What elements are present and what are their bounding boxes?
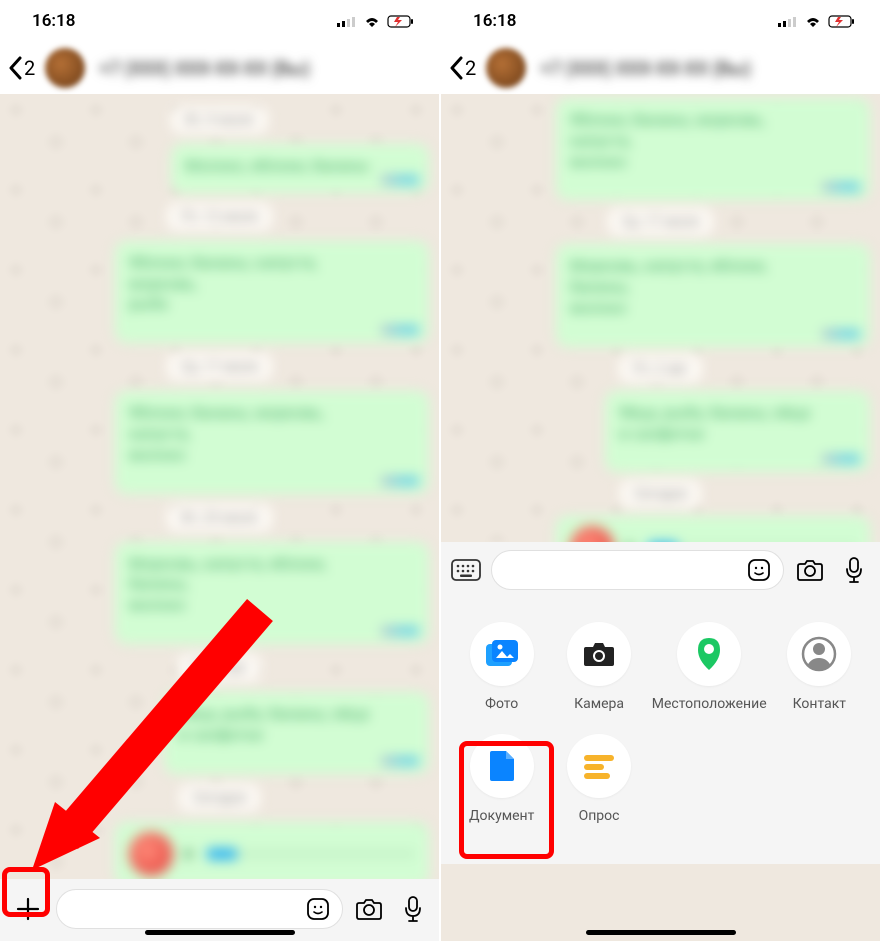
message-text-input[interactable] [56, 889, 343, 929]
keyboard-toggle-button[interactable] [449, 553, 483, 587]
camera-button[interactable] [792, 552, 828, 588]
signal-icon [337, 15, 357, 27]
chevron-left-icon [449, 56, 463, 80]
contact-name[interactable]: +7 (XXX) XXX-XX-XX (Вы) [540, 57, 750, 80]
wifi-icon [804, 15, 822, 28]
attach-poll-label: Опрос [579, 808, 620, 824]
attach-location[interactable]: Местоположение [652, 622, 767, 712]
chat-header: 2 +7 (XXX) XXX-XX-XX (Вы) [0, 42, 439, 94]
back-unread-count: 2 [24, 56, 35, 80]
photo-icon [484, 638, 520, 670]
status-bar: 16:18 [441, 0, 880, 42]
microphone-button[interactable] [836, 552, 872, 588]
location-pin-icon [695, 636, 723, 672]
camera-icon [355, 897, 383, 921]
attach-document-label: Документ [469, 808, 534, 824]
attach-location-label: Местоположение [652, 696, 767, 712]
camera-filled-icon [581, 639, 617, 669]
status-bar: 16:18 [0, 0, 439, 42]
attach-camera-label: Камера [574, 696, 624, 712]
sticker-icon [306, 897, 330, 921]
attach-plus-button[interactable] [8, 889, 48, 929]
attach-poll[interactable]: Опрос [554, 734, 643, 824]
chevron-left-icon [8, 56, 22, 80]
attach-document[interactable]: Документ [457, 734, 546, 824]
back-button[interactable]: 2 [449, 56, 476, 80]
home-indicator[interactable] [145, 930, 295, 935]
blurred-messages: Яблоки, бананы, морковь, капуста,молоко … [441, 94, 880, 542]
home-indicator[interactable] [586, 930, 736, 935]
chat-messages-area[interactable]: Вт, 9 июля Молоко, яблоки, бананы Пт, 12… [0, 94, 439, 879]
message-text-input[interactable] [491, 550, 784, 590]
phone-screenshot-left: 16:18 2 +7 (XXX) XXX-XX-XX (Вы) Вт, 9 ию… [0, 0, 439, 941]
attach-contact[interactable]: Контакт [775, 622, 864, 712]
signal-icon [778, 15, 798, 27]
contact-avatar[interactable] [45, 48, 85, 88]
document-icon [488, 749, 516, 783]
microphone-button[interactable] [395, 891, 431, 927]
status-time: 16:18 [473, 11, 516, 31]
contact-avatar[interactable] [486, 48, 526, 88]
attach-contact-label: Контакт [793, 696, 846, 712]
wifi-icon [363, 15, 381, 28]
keyboard-icon [451, 559, 481, 581]
attachment-sheet: Фото Камера Местоположение Контакт [441, 598, 880, 864]
camera-button[interactable] [351, 891, 387, 927]
contact-person-icon [801, 636, 837, 672]
battery-icon [828, 15, 856, 28]
status-icons [778, 15, 856, 28]
attach-camera[interactable]: Камера [554, 622, 643, 712]
poll-icon [582, 752, 616, 780]
attach-photo[interactable]: Фото [457, 622, 546, 712]
blurred-messages: Вт, 9 июля Молоко, яблоки, бананы Пт, 12… [0, 94, 439, 879]
microphone-icon [404, 895, 422, 923]
phone-screenshot-right: 16:18 2 +7 (XXX) XXX-XX-XX (Вы) Яблоки, … [441, 0, 880, 941]
status-time: 16:18 [32, 11, 75, 31]
sticker-icon [747, 558, 771, 582]
microphone-icon [845, 556, 863, 584]
back-button[interactable]: 2 [8, 56, 35, 80]
status-icons [337, 15, 415, 28]
battery-icon [387, 15, 415, 28]
back-unread-count: 2 [465, 56, 476, 80]
camera-icon [796, 558, 824, 582]
chat-header: 2 +7 (XXX) XXX-XX-XX (Вы) [441, 42, 880, 94]
contact-name[interactable]: +7 (XXX) XXX-XX-XX (Вы) [99, 57, 309, 80]
plus-icon [14, 895, 42, 923]
attach-photo-label: Фото [485, 696, 518, 712]
message-input-bar [441, 542, 880, 598]
chat-messages-area[interactable]: Яблоки, бананы, морковь, капуста,молоко … [441, 94, 880, 542]
